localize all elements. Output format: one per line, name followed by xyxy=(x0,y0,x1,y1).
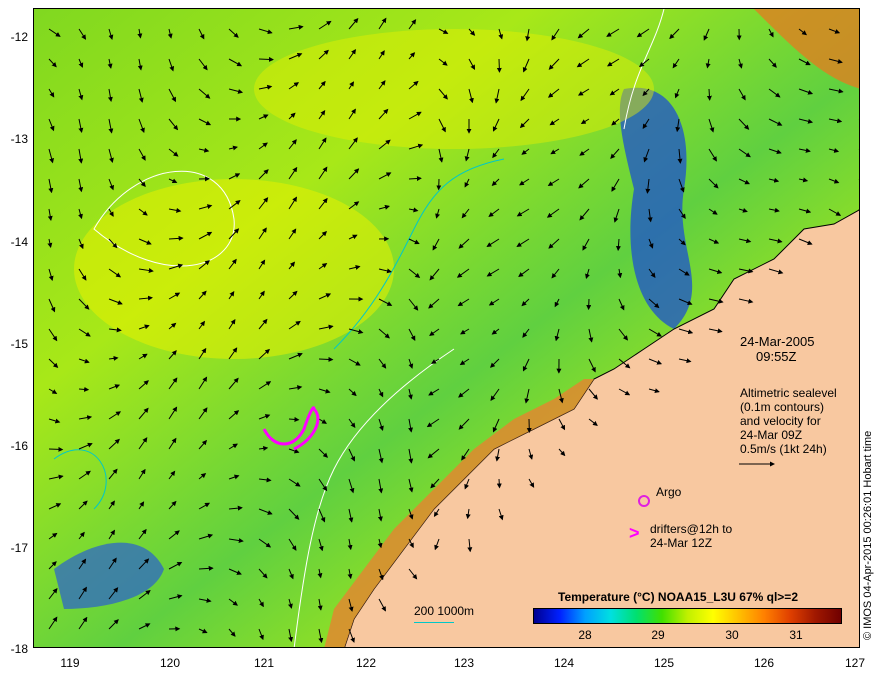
velocity-scale-label: 0.5m/s (1kt 24h) xyxy=(740,442,827,456)
sst-map: > xyxy=(33,8,860,648)
velocity-arrow xyxy=(78,386,90,392)
lon-label: 123 xyxy=(453,656,475,670)
sealevel-note-1: Altimetric sealevel xyxy=(740,386,837,400)
imos-credit: © IMOS 04-Apr-2015 00:26:01 Hobart time xyxy=(862,430,874,640)
warm-yellow-region xyxy=(74,179,394,359)
lat-label: -13 xyxy=(10,132,28,146)
map-canvas: > xyxy=(34,9,859,647)
velocity-arrow xyxy=(318,356,334,362)
lon-label: 124 xyxy=(553,656,575,670)
velocity-arrow xyxy=(48,446,64,452)
velocity-arrow xyxy=(858,59,859,60)
lat-label: -17 xyxy=(10,541,28,555)
lat-label: -18 xyxy=(10,642,28,656)
velocity-arrow xyxy=(858,89,859,90)
sealevel-note-2: (0.1m contours) xyxy=(740,400,825,414)
lon-label: 122 xyxy=(355,656,377,670)
depth-legend-line xyxy=(414,622,454,623)
lon-label: 125 xyxy=(653,656,675,670)
colorbar-tick: 30 xyxy=(725,628,739,642)
velocity-arrow xyxy=(496,478,502,489)
velocity-arrow xyxy=(858,119,859,120)
colorbar-tick: 29 xyxy=(651,628,665,642)
sealevel-note-4: 24-Mar 09Z xyxy=(740,428,803,442)
lon-label: 119 xyxy=(60,656,80,670)
drifters-label-1: drifters@12h to xyxy=(650,522,733,536)
velocity-arrow xyxy=(858,29,859,30)
lon-label: 121 xyxy=(253,656,275,670)
velocity-arrow xyxy=(858,179,859,180)
colorbar-tick: 28 xyxy=(578,628,592,642)
velocity-arrow xyxy=(408,176,422,182)
colorbar-tick: 31 xyxy=(789,628,803,642)
date-label: 24-Mar-2005 xyxy=(740,334,815,349)
warm-yellow-region-2 xyxy=(254,29,654,149)
time-label: 09:55Z xyxy=(756,349,797,364)
drifter-symbol: > xyxy=(629,523,640,543)
argo-label: Argo xyxy=(656,485,682,499)
lon-label: 120 xyxy=(159,656,181,670)
depth-contour-legend: 200 1000m xyxy=(414,604,475,618)
lat-label: -12 xyxy=(10,30,28,44)
drifters-label-2: 24-Mar 12Z xyxy=(650,536,713,550)
lon-label: 126 xyxy=(753,656,775,670)
colorbar-title: Temperature (°C) NOAA15_L3U 67% ql>=2 xyxy=(558,590,798,604)
temperature-colorbar xyxy=(533,608,842,624)
sealevel-note-3: and velocity for xyxy=(740,414,821,428)
velocity-arrow xyxy=(858,149,859,150)
lon-label: 127 xyxy=(844,656,866,670)
lat-label: -14 xyxy=(10,235,28,249)
velocity-arrow xyxy=(858,209,859,210)
velocity-arrow xyxy=(258,56,274,62)
velocity-arrow xyxy=(706,88,712,101)
lat-label: -16 xyxy=(10,439,28,453)
lat-label: -15 xyxy=(10,337,28,351)
